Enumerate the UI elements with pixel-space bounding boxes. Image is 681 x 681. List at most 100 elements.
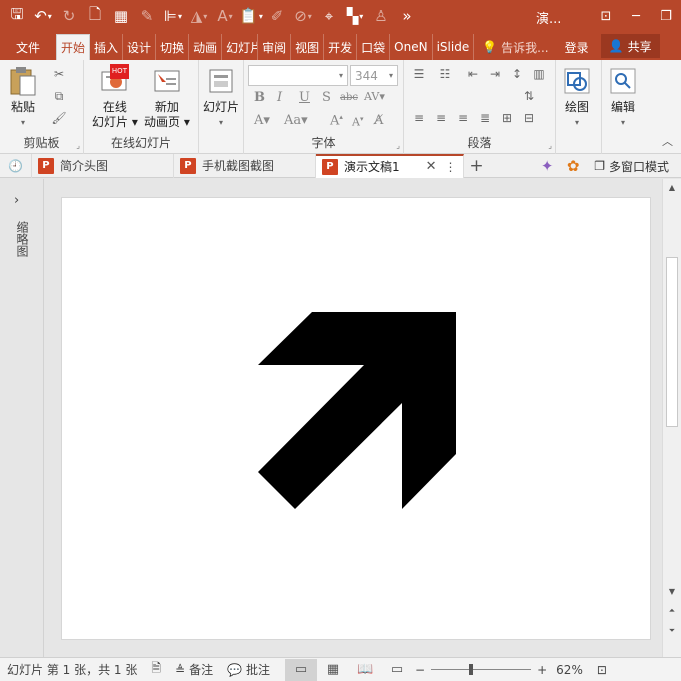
decrease-indent-icon[interactable]: ⇤ [464,66,482,82]
fit-to-window-icon[interactable]: ⊡ [590,663,614,677]
collapse-ribbon-icon[interactable]: ︿ [662,133,673,149]
align-text-icon[interactable]: ⊟ [520,110,538,126]
clear-format-icon[interactable]: A̸ [374,113,383,128]
paste-icon[interactable]: 📋 [238,3,264,29]
char-spacing-icon[interactable]: AV▾ [364,90,385,103]
minimize-icon[interactable]: ─ [621,0,651,32]
tab-transitions[interactable]: 切换 [156,34,190,60]
tab-review[interactable]: 审阅 [258,34,292,60]
zoom-out-icon[interactable]: − [413,663,427,677]
dialog-launcher-icon[interactable]: ⌟ [396,141,400,150]
thumbnails-label[interactable]: 缩略图 [14,221,31,257]
normal-view-icon[interactable]: ▭ [285,658,318,681]
distribute-icon[interactable]: ⊞ [498,110,516,126]
zoom-slider-knob[interactable] [468,663,473,675]
italic-icon[interactable]: I [277,90,282,105]
tab-design[interactable]: 设计 [123,34,157,60]
zoom-level[interactable]: 62% [549,663,590,677]
tab-file[interactable]: 文件 [0,34,56,60]
proofing-icon[interactable]: 🗎 [144,659,168,680]
scroll-up-icon[interactable]: ▲ [663,179,681,195]
undo-icon[interactable]: ↶ [30,3,56,29]
new-file-icon[interactable]: 🗋 [82,3,108,29]
new-animation-page-button[interactable]: 新加 动画页 ▾ [144,66,190,130]
eyedropper-icon[interactable]: ✎ [134,3,160,29]
fill-icon[interactable]: ◮ [186,3,212,29]
font-name-combo[interactable]: ▾ [248,65,348,86]
tab-animations[interactable]: 动画 [189,34,223,60]
font-color-icon[interactable]: A [212,3,238,29]
strikethrough-icon[interactable]: abc [340,92,358,103]
bold-icon[interactable]: B [254,90,265,105]
format-painter-icon[interactable]: ✐ [264,3,290,29]
tab-view[interactable]: 视图 [291,34,325,60]
tab-insert[interactable]: 插入 [90,34,124,60]
tab-pocket[interactable]: 口袋 [357,34,391,60]
shadow-icon[interactable]: S [322,90,331,105]
multi-window-button[interactable]: ❐ 多窗口模式 [586,158,681,175]
paste-button[interactable]: 粘贴 ▾ [8,66,38,130]
reading-view-icon[interactable]: 📖 [349,659,381,681]
columns-icon[interactable]: ▥ [530,66,548,82]
doc-tab-2[interactable]: P 手机截图截图 [174,153,316,178]
zoom-in-icon[interactable]: + [535,663,549,677]
more-options-icon[interactable]: ⋮ [445,160,457,174]
font-size-combo[interactable]: 344 ▾ [350,65,398,86]
scroll-down-icon[interactable]: ▼ [663,583,681,599]
redo-icon[interactable]: ↻ [56,3,82,29]
tab-developer[interactable]: 开发 [324,34,358,60]
share-button[interactable]: 👤 共享 [600,34,660,58]
close-icon[interactable]: ✕ [426,159,437,174]
increase-indent-icon[interactable]: ⇥ [486,66,504,82]
align-left-icon[interactable]: ≡ [410,110,428,126]
dialog-launcher-icon[interactable]: ⌟ [548,141,552,150]
dialog-launcher-icon[interactable]: ⌟ [76,141,80,150]
tab-onenote[interactable]: OneN [390,34,433,60]
bullets-icon[interactable]: ☰ [410,66,428,82]
change-case-icon[interactable]: Aa▾ [284,113,308,128]
zoom-slider[interactable] [431,659,532,681]
add-tab-icon[interactable]: + [464,156,490,176]
settings-icon[interactable]: ✿ [560,153,586,179]
slide-canvas[interactable] [61,197,651,640]
underline-icon[interactable]: U [299,90,310,105]
text-effect-icon[interactable]: A▾ [254,113,270,128]
previous-slide-icon[interactable]: ⏶ [663,603,681,619]
scrollbar-thumb[interactable] [666,257,678,427]
comments-button[interactable]: 💬 批注 [220,661,277,678]
target-icon[interactable]: ⌖ [316,3,342,29]
align-center-icon[interactable]: ≡ [432,110,450,126]
justify-icon[interactable]: ≣ [476,110,494,126]
layout-icon[interactable]: ▦ [108,3,134,29]
ribbon-display-icon[interactable]: ⊡ [591,0,621,32]
doc-tab-1[interactable]: P 简介头图 [32,153,174,178]
tab-home[interactable]: 开始 [56,34,91,60]
next-slide-icon[interactable]: ⏷ [663,623,681,639]
grow-font-icon[interactable]: A▴ [330,113,343,128]
tab-slideshow[interactable]: 幻灯片 [222,34,259,60]
copy-icon[interactable]: ⧉ [50,88,68,104]
login-link[interactable]: 登录 [557,34,597,60]
save-icon[interactable]: 🖫 [4,3,30,29]
doc-tab-3[interactable]: P 演示文稿1 ✕ ⋮ [315,153,464,178]
drawing-button[interactable]: 绘图 ▾ [562,66,592,130]
tab-history-icon[interactable]: 🕘 [0,153,32,178]
tell-me-box[interactable]: 💡 告诉我... [474,34,556,60]
cut-icon[interactable]: ✂ [50,66,68,82]
numbering-icon[interactable]: ☷ [436,66,454,82]
line-spacing-icon[interactable]: ↕ [508,66,526,82]
slides-button[interactable]: 幻灯片 ▾ [203,66,239,130]
format-painter-icon[interactable]: 🖌 [50,110,68,126]
slide-sorter-icon[interactable]: ▦ [317,659,349,681]
online-slides-button[interactable]: HOT 在线 幻灯片 ▾ [92,64,138,130]
tab-islide[interactable]: iSlide [433,34,475,60]
color-icon[interactable]: ▚ [342,3,368,29]
text-direction-icon[interactable]: ⇅ [520,88,538,104]
notes-button[interactable]: ≜ 备注 [168,661,220,678]
align-right-icon[interactable]: ≡ [454,110,472,126]
vertical-scrollbar[interactable]: ▲ ▼ ⏶ ⏷ [662,179,681,657]
more-icon[interactable]: » [394,3,420,29]
chevron-right-icon[interactable]: › [14,193,19,208]
align-icon[interactable]: ⊫ [160,3,186,29]
person-icon[interactable]: ♙ [368,3,394,29]
